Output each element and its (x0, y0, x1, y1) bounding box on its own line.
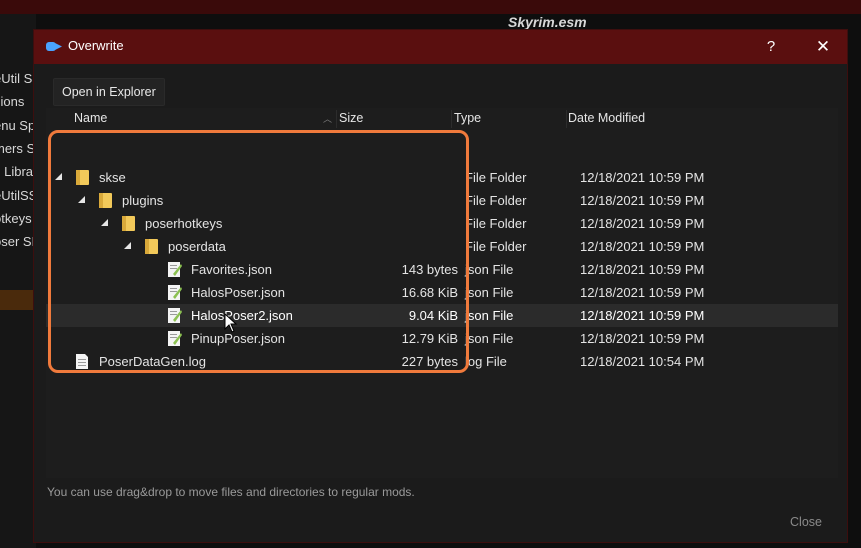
help-button[interactable]: ? (758, 34, 784, 60)
background-mod-item: eUtil S (0, 71, 33, 86)
row-date-modified: 12/18/2021 10:59 PM (580, 331, 705, 346)
background-mod-item: oser SE (0, 234, 36, 250)
row-date-modified: 12/18/2021 10:59 PM (580, 262, 705, 277)
drag-drop-hint: You can use drag&drop to move files and … (47, 485, 415, 499)
background-mod-item: s Libra (0, 164, 34, 180)
mo2-app-icon (46, 42, 62, 51)
row-type: json File (465, 308, 514, 323)
close-button[interactable]: Close (782, 510, 830, 534)
row-date-modified: 12/18/2021 10:54 PM (580, 354, 705, 369)
row-type: log File (465, 354, 507, 369)
background-mod-item: mers S (0, 140, 36, 156)
row-date-modified: 12/18/2021 10:59 PM (580, 216, 705, 231)
row-type: json File (465, 285, 514, 300)
background-title-bar (0, 0, 861, 14)
column-header-name[interactable]: Name (74, 111, 107, 125)
column-separator[interactable] (451, 110, 452, 128)
column-header-size[interactable]: Size (339, 111, 363, 125)
dialog-titlebar[interactable]: Overwrite ? ✕ (34, 30, 847, 64)
background-mod-item: otkeys (0, 210, 32, 226)
highlight-annotation (48, 130, 469, 373)
sort-indicator-icon: ︿ (323, 114, 333, 124)
row-type: File Folder (465, 239, 527, 254)
column-separator[interactable] (566, 110, 567, 128)
row-date-modified: 12/18/2021 10:59 PM (580, 239, 705, 254)
row-date-modified: 12/18/2021 10:59 PM (580, 285, 705, 300)
dialog-title: Overwrite (68, 38, 124, 53)
row-date-modified: 12/18/2021 10:59 PM (580, 193, 705, 208)
background-plugin-title: Skyrim.esm (508, 14, 587, 30)
row-type: json File (465, 262, 514, 277)
background-selected-row (0, 290, 36, 310)
row-date-modified: 12/18/2021 10:59 PM (580, 170, 705, 185)
background-mod-item: enu Sp (0, 117, 36, 133)
mouse-cursor-icon (224, 313, 238, 333)
row-type: json File (465, 331, 514, 346)
column-header-type[interactable]: Type (454, 111, 481, 125)
tree-header: Name ︿ Size Type Date Modified (46, 108, 838, 130)
background-mod-item: eUtilSS (0, 187, 36, 203)
overwrite-dialog: Overwrite ? ✕ Open in Explorer Name ︿ Si… (33, 29, 848, 543)
column-header-date[interactable]: Date Modified (568, 111, 645, 125)
row-date-modified: 12/18/2021 10:59 PM (580, 308, 705, 323)
open-in-explorer-button[interactable]: Open in Explorer (53, 78, 165, 106)
row-type: File Folder (465, 193, 527, 208)
background-mod-item: sions (0, 94, 25, 110)
column-separator[interactable] (336, 110, 337, 128)
background-left-panel: eUtil S sions enu Sp mers S s Libra eUtilSS ot… (0, 14, 36, 548)
row-type: File Folder (465, 216, 527, 231)
close-window-button[interactable]: ✕ (810, 34, 836, 60)
row-type: File Folder (465, 170, 527, 185)
